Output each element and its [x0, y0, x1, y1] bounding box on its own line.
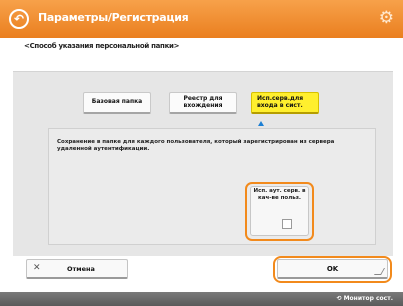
option-base-folder[interactable]: Базовая папка — [83, 92, 151, 114]
section-subtitle: <Способ указания персональной папки> — [24, 42, 180, 50]
use-auth-server-label: Исп. аут. серв. в кач-ве польз. — [253, 188, 306, 201]
use-auth-server-checkbox[interactable] — [282, 219, 292, 229]
option-auth-server[interactable]: Исп.серв.для входа в сист. — [251, 92, 319, 114]
status-monitor-label: Монитор сост. — [343, 295, 393, 302]
close-icon: ✕ — [33, 263, 41, 273]
ok-button[interactable]: OK — [277, 259, 388, 279]
option-description: Сохранение в папке для каждого пользоват… — [57, 139, 335, 153]
ok-label: OK — [326, 265, 339, 273]
selected-indicator-icon — [258, 121, 264, 126]
option-login-registry[interactable]: Реестр для вхождения — [169, 92, 237, 114]
title-bar: ↶ Параметры/Регистрация ⚙ — [0, 0, 403, 38]
cancel-button[interactable]: ✕ Отмена — [26, 259, 128, 279]
status-monitor-icon: ⟲ — [336, 295, 342, 302]
gear-icon[interactable]: ⚙ — [379, 8, 394, 28]
back-icon[interactable]: ↶ — [9, 9, 29, 29]
cancel-label: Отмена — [67, 265, 95, 273]
status-monitor-button[interactable]: ⟲ Монитор сост. — [337, 295, 393, 302]
status-bar: ⟲ Монитор сост. — [0, 292, 403, 306]
page-title: Параметры/Регистрация — [38, 11, 189, 24]
